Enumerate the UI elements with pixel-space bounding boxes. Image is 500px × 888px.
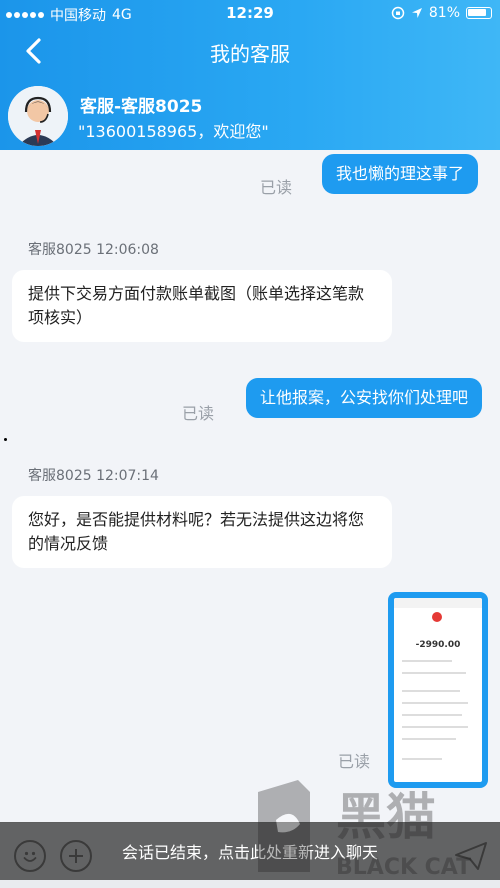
agent-name: 客服-客服8025 — [80, 97, 203, 117]
receipt-line — [402, 690, 460, 692]
incoming-message[interactable]: 提供下交易方面付款账单截图（账单选择这笔款项核实） — [12, 270, 392, 342]
receipt-line — [402, 738, 456, 740]
receipt-line — [402, 714, 462, 716]
receipt-header — [394, 598, 482, 608]
receipt-line — [402, 758, 442, 760]
session-ended-text: 会话已结束，点击此处重新进入聊天 — [121, 843, 378, 862]
message-timestamp: 客服8025 12:06:08 — [28, 242, 159, 258]
nav-bar: 我的客服 — [0, 28, 500, 74]
header: 中国移动 4G 12:29 81% 我的客服 客服-客服8025 "136001… — [0, 0, 500, 150]
status-bar: 中国移动 4G 12:29 81% — [0, 0, 500, 28]
read-receipt: 已读 — [182, 404, 215, 423]
message-timestamp: 客服8025 12:07:14 — [28, 468, 159, 484]
incoming-message[interactable]: 您好，是否能提供材料呢？若无法提供这边将您的情况反馈 — [12, 496, 392, 568]
page-title: 我的客服 — [210, 42, 290, 66]
outgoing-message[interactable]: 让他报案，公安找你们处理吧 — [246, 378, 483, 418]
image-message[interactable]: -2990.00 — [388, 592, 488, 788]
agent-subtitle: "13600158965，欢迎您" — [78, 122, 269, 141]
battery-icon — [466, 7, 492, 19]
seal-icon — [432, 612, 442, 622]
agent-card[interactable]: 客服-客服8025 "13600158965，欢迎您" — [0, 80, 500, 148]
agent-avatar-icon — [8, 86, 68, 146]
receipt-line — [402, 702, 468, 704]
receipt-line — [402, 726, 468, 728]
read-receipt: 已读 — [260, 178, 293, 197]
lock-rotation-icon — [391, 6, 405, 20]
agent-avatar — [8, 86, 68, 146]
session-ended-banner[interactable]: 会话已结束，点击此处重新进入聊天 — [0, 822, 500, 880]
status-right: 81% — [391, 5, 492, 21]
location-icon — [411, 8, 422, 18]
battery-percent: 81% — [428, 5, 460, 21]
receipt-amount: -2990.00 — [415, 640, 461, 650]
outgoing-message[interactable]: 我也懒的理这事了 — [322, 154, 479, 194]
stray-dot — [4, 438, 7, 441]
receipt-line — [402, 672, 466, 674]
receipt-line — [402, 660, 452, 662]
receipt-screenshot: -2990.00 — [394, 598, 482, 782]
read-receipt: 已读 — [338, 752, 371, 771]
